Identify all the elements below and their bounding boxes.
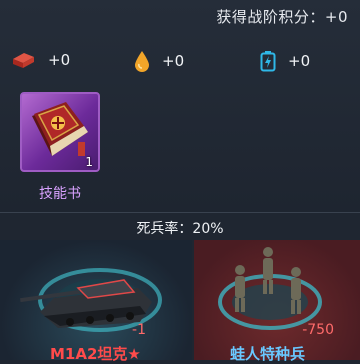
- item-frame: 1: [20, 92, 100, 172]
- tank-icon: [20, 268, 162, 332]
- resource-oil: +0: [134, 50, 184, 72]
- reward-item-skill-book[interactable]: 1 技能书: [20, 92, 104, 203]
- death-rate: 死兵率：20%: [136, 221, 224, 237]
- item-count: 1: [85, 155, 93, 169]
- tank-losses: -1: [132, 322, 146, 338]
- resource-brick-value: +0: [48, 51, 71, 69]
- divider: [0, 212, 360, 213]
- item-label: 技能书: [39, 186, 81, 202]
- unit-card-frogman[interactable]: -750 蛙人特种兵: [194, 240, 360, 363]
- brick-icon: [10, 50, 36, 70]
- battle-rank-score: 获得战阶积分：+0: [216, 8, 348, 26]
- resource-battery: +0: [260, 50, 310, 72]
- rewards-panel: 获得战阶积分：+0 +0 +0 +0 1 技能书: [0, 0, 360, 212]
- tank-name: M1A2坦克★: [50, 345, 141, 363]
- unit-card-tank[interactable]: -1 M1A2坦克★: [0, 240, 192, 363]
- soldier-squad-icon: [218, 247, 322, 330]
- resource-row: +0 +0 +0: [0, 50, 360, 74]
- frogman-name: 蛙人特种兵: [230, 345, 306, 363]
- resource-battery-value: +0: [288, 52, 311, 70]
- resource-brick: +0: [10, 50, 70, 70]
- battery-icon: [260, 50, 276, 72]
- frogman-losses: -750: [302, 322, 334, 338]
- resource-oil-value: +0: [162, 52, 185, 70]
- oil-drop-icon: [134, 50, 150, 72]
